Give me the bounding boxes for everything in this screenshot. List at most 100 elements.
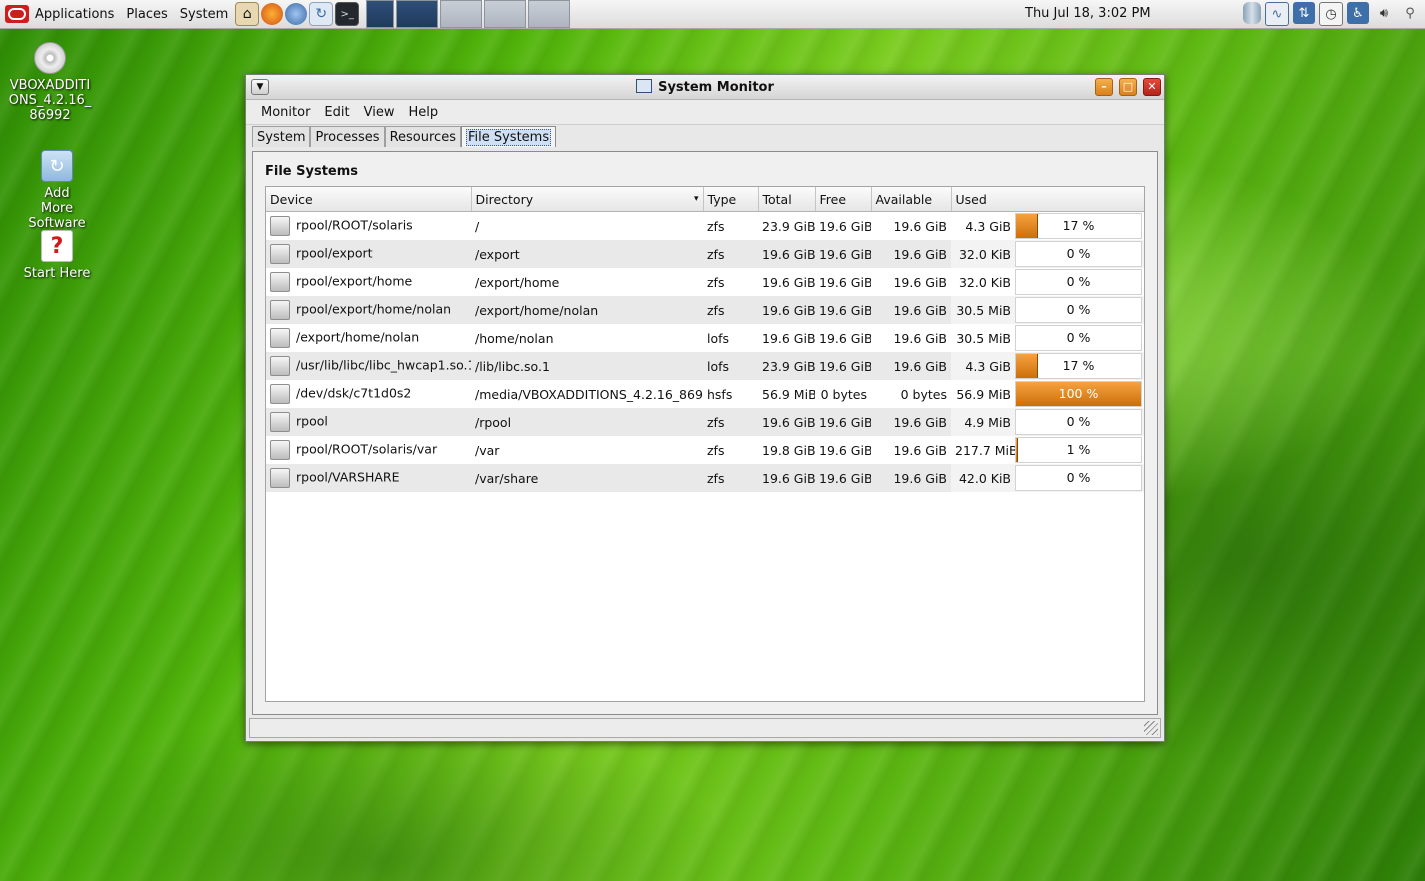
usage-bar: 17 % [1015,213,1142,239]
tab-processes[interactable]: Processes [310,126,385,147]
menu-system[interactable]: System [174,7,234,22]
desktop-icon-label: Start Here [23,266,91,281]
cell-free: 19.6 GiB [819,330,871,346]
column-header-total[interactable]: Total [758,187,816,212]
update-manager-icon[interactable]: ↻ [309,2,334,26]
resize-grip-icon[interactable] [1144,721,1158,735]
cell-available: 19.6 GiB [893,442,947,458]
cell-used: 32.0 KiB 0 % [951,240,1144,268]
usage-bar: 0 % [1015,241,1142,267]
table-row[interactable]: rpool/export/home/export/home zfs 19.6 GiB… [266,268,1144,296]
table-row[interactable]: /export/home/nolan/home/nolan lofs 19.6 Gi… [266,324,1144,352]
desktop-icon-start-here[interactable]: ? Start Here [7,230,107,281]
drive-icon [270,468,290,488]
usage-percent: 17 % [1062,218,1095,233]
table-row[interactable]: /dev/dsk/c7t1d0s2/media/VBOXADDITIONS_4.… [266,380,1144,408]
home-folder-icon[interactable]: ⌂ [235,2,260,26]
table-row[interactable]: rpool/rpool zfs 19.6 GiB 19.6 GiB 19.6 GiB 4.… [266,408,1144,436]
minimize-button[interactable]: – [1095,78,1113,96]
cell-used: 30.5 MiB 0 % [951,296,1144,324]
terminal-icon[interactable]: >_ [335,2,360,26]
cell-available: 19.6 GiB [871,408,951,436]
cell-total: 19.6 GiB [758,240,815,268]
menu-applications[interactable]: Applications [29,7,120,22]
used-value: 56.9 MiB [956,386,1011,402]
cell-used: 4.9 MiB 0 % [951,408,1144,436]
column-header-directory[interactable]: Directory ▾ [471,187,704,212]
column-header-used[interactable]: Used [951,187,1144,212]
usage-percent: 0 % [1066,274,1091,289]
table-row[interactable]: rpool/export/export zfs 19.6 GiB 19.6 GiB 19… [266,240,1144,268]
table-row[interactable]: rpool/VARSHARE/var/share zfs 19.6 GiB 19.6 … [266,464,1144,492]
cell-directory: /lib/libc.so.1 [471,352,703,380]
cell-type: zfs [707,274,725,290]
desktop-icon-add-more-software[interactable]: ↻ Add More Software [7,150,107,231]
desktop-icon-vboxadditions[interactable]: VBOXADDITIONS_4.2.16_86992 [0,42,100,123]
menu-help[interactable]: Help [401,105,445,120]
firefox-icon[interactable] [261,3,284,25]
file-systems-list[interactable]: Device Directory ▾ Type Total Free Availa… [265,186,1145,702]
taskbar-system-monitor[interactable] [396,0,439,28]
sort-arrow-icon: ▾ [693,193,699,204]
drive-icon [270,356,290,376]
workspace-2[interactable] [440,0,483,28]
table-row[interactable]: rpool/ROOT/solaris / zfs 23.9 GiB 19.6 GiB 19… [266,212,1144,241]
desktop-icon-label: Add More Software [28,186,86,231]
cell-free: 19.6 GiB [815,408,871,436]
menu-places[interactable]: Places [120,7,173,22]
cell-free: 19.6 GiB [815,240,871,268]
table-row[interactable]: rpool/ROOT/solaris/var/var zfs 19.8 GiB 19.… [266,436,1144,464]
cell-free: 19.6 GiB [819,442,871,458]
cell-total: 23.9 GiB [762,218,815,234]
cell-used: 217.7 MiB 1 % [951,436,1144,464]
menu-monitor[interactable]: Monitor [254,105,317,120]
tab-system[interactable]: System [252,126,311,147]
cell-available: 19.6 GiB [893,218,947,234]
time-slider-icon[interactable]: ◷ [1319,2,1343,26]
usage-percent: 100 % [1058,386,1099,401]
cell-directory: /home/nolan [475,330,554,346]
workspace-4[interactable] [528,0,571,28]
maximize-button[interactable]: □ [1119,78,1137,96]
oracle-logo-icon[interactable] [5,5,29,23]
usage-percent: 0 % [1066,414,1091,429]
cell-available: 19.6 GiB [893,274,947,290]
user-switcher-icon[interactable]: ⚲ [1399,2,1421,24]
usage-bar: 100 % [1015,381,1142,407]
network-icon[interactable]: ⇅ [1293,2,1315,24]
cell-type: zfs [703,240,758,268]
usage-bar: 0 % [1015,297,1142,323]
volume-icon[interactable]: 🔊︎ [1373,2,1395,24]
cell-device: rpool/export/home/nolan [266,296,471,324]
tab-resources[interactable]: Resources [384,126,461,147]
menu-view[interactable]: View [357,105,402,120]
cell-device: rpool/export/home [266,268,471,296]
cell-free: 19.6 GiB [815,352,871,380]
tab-file-systems[interactable]: File Systems [460,126,557,147]
cell-device: rpool [266,408,471,436]
system-monitor-tray-icon[interactable]: ∿ [1265,2,1289,26]
column-header-available[interactable]: Available [871,187,952,212]
column-header-device[interactable]: Device [266,187,472,212]
drive-icon [270,440,290,460]
storage-icon[interactable] [1243,2,1261,24]
cell-available: 19.6 GiB [871,464,951,492]
workspace-3[interactable] [484,0,527,28]
window-titlebar[interactable]: ▼ System Monitor – □ ✕ [246,75,1164,100]
drive-icon [270,412,290,432]
menu-edit[interactable]: Edit [317,105,356,120]
drive-icon [270,272,290,292]
table-row[interactable]: /usr/lib/libc/libc_hwcap1.so.1/lib/libc.… [266,352,1144,380]
cell-total: 56.9 MiB [762,386,815,402]
close-button[interactable]: ✕ [1143,78,1161,96]
taskbar-window-1[interactable] [366,0,395,28]
accessibility-icon[interactable]: ♿ [1347,2,1369,24]
thunderbird-icon[interactable] [285,3,308,25]
table-row[interactable]: rpool/export/home/nolan/export/home/nola… [266,296,1144,324]
column-header-free[interactable]: Free [815,187,872,212]
cell-type: zfs [707,442,725,458]
cell-directory: /var [475,442,500,458]
usage-percent: 0 % [1066,470,1091,485]
column-header-type[interactable]: Type [703,187,759,212]
panel-clock[interactable]: Thu Jul 18, 3:02 PM [1025,6,1151,21]
